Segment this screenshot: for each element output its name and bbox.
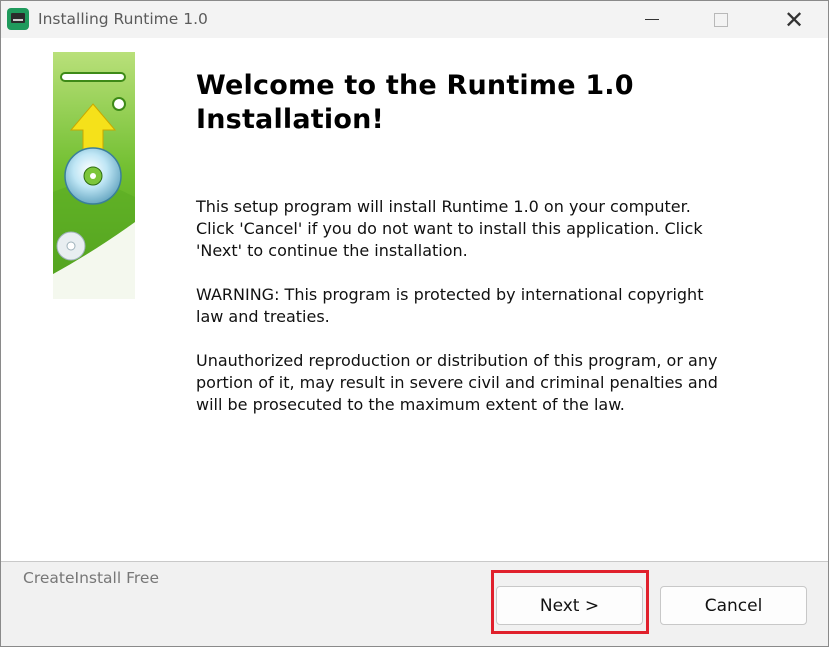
legal-paragraph: Unauthorized reproduction or distributio… (196, 351, 718, 414)
close-icon: ✕ (783, 5, 805, 34)
installer-window: Installing Runtime 1.0 ✕ Welcome to the … (0, 0, 829, 647)
installer-icon (7, 8, 29, 30)
title-bar[interactable]: Installing Runtime 1.0 ✕ (1, 1, 828, 38)
window-title: Installing Runtime 1.0 (38, 10, 208, 28)
close-button[interactable]: ✕ (771, 1, 817, 38)
minimize-button[interactable] (629, 1, 675, 38)
brand-label: CreateInstall Free (23, 569, 159, 587)
cancel-button[interactable]: Cancel (660, 586, 807, 625)
heading-line-2: Installation! (196, 104, 385, 135)
warning-paragraph: WARNING: This program is protected by in… (196, 285, 704, 326)
footer-bar: CreateInstall Free Next > Cancel (1, 562, 828, 646)
welcome-heading: Welcome to the Runtime 1.0 Installation! (196, 69, 796, 137)
heading-line-1: Welcome to the Runtime 1.0 (196, 70, 634, 101)
maximize-button[interactable] (698, 1, 744, 38)
intro-paragraph: This setup program will install Runtime … (196, 197, 703, 260)
minimize-icon (645, 19, 659, 20)
next-button-highlight (491, 570, 649, 634)
install-disc-banner (53, 52, 135, 299)
maximize-icon (714, 12, 728, 27)
